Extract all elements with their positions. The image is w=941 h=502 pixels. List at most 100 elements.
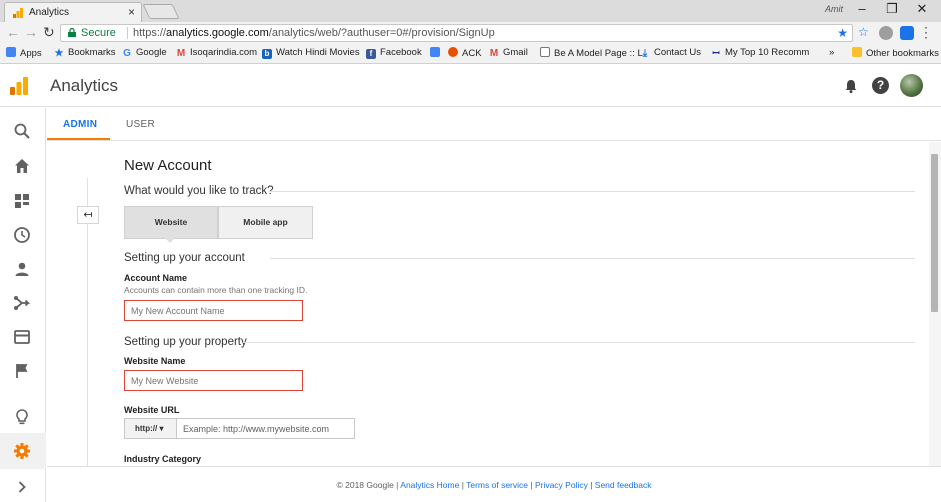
bookmark-facebook[interactable]: f Facebook xyxy=(366,47,422,59)
back-arrow-icon[interactable]: ← xyxy=(6,24,20,40)
account-name-input[interactable] xyxy=(124,300,303,321)
profile-name[interactable]: Amit xyxy=(825,4,843,14)
bookmark-ack[interactable]: ACK xyxy=(448,47,482,59)
reload-icon[interactable]: ↻ xyxy=(43,24,55,41)
audience-person-icon[interactable] xyxy=(13,260,31,278)
browser-tab[interactable]: Analytics × xyxy=(4,2,142,22)
extension-star-icon[interactable]: ☆ xyxy=(858,25,872,39)
minimize-icon[interactable]: – xyxy=(847,1,877,16)
bookmark-gmail[interactable]: M Gmail xyxy=(489,47,528,59)
gmail-icon: M xyxy=(489,48,499,59)
tab-close-icon[interactable]: × xyxy=(128,5,135,19)
help-icon[interactable]: ? xyxy=(872,77,889,94)
gmail-icon: M xyxy=(176,48,186,59)
avatar[interactable] xyxy=(900,74,923,97)
terms-link[interactable]: Terms of service xyxy=(466,480,528,490)
restore-icon[interactable]: ❐ xyxy=(877,1,907,17)
bookmark-google[interactable]: G Google xyxy=(122,47,167,59)
analytics-logo-icon xyxy=(10,77,28,95)
new-account-form: ↤ New Account What would you like to tra… xyxy=(47,142,941,466)
star-icon: ★ xyxy=(54,48,64,59)
bookmark-other[interactable]: Other bookmarks xyxy=(852,47,939,59)
section-divider xyxy=(269,191,915,192)
browser-toolbar: ← → ↻ Secure https://analytics.google.co… xyxy=(0,22,941,44)
discover-lightbulb-icon[interactable] xyxy=(13,408,31,426)
privacy-link[interactable]: Privacy Policy xyxy=(535,480,588,490)
facebook-icon: f xyxy=(366,49,376,59)
tab-admin[interactable]: ADMIN xyxy=(63,119,97,130)
search-icon[interactable] xyxy=(13,122,31,140)
omnibox-divider xyxy=(127,27,128,39)
left-nav-rail xyxy=(0,108,46,502)
bookmark-isoqar[interactable]: M Isoqarindia.com xyxy=(176,47,257,59)
acquisition-icon[interactable] xyxy=(13,294,31,312)
website-url-label: Website URL xyxy=(124,405,180,415)
website-name-label: Website Name xyxy=(124,356,186,366)
bookmark-model[interactable]: Be A Model Page :: L xyxy=(540,47,643,59)
property-section-title: Setting up your property xyxy=(124,336,247,348)
page-footer: © 2018 Google | Analytics Home | Terms o… xyxy=(47,466,941,502)
extension-download-icon[interactable] xyxy=(900,26,914,40)
google-icon: G xyxy=(123,48,131,59)
back-arrow-icon: ↤ xyxy=(83,209,93,221)
analytics-home-link[interactable]: Analytics Home xyxy=(400,480,459,490)
account-section-title: Setting up your account xyxy=(124,252,245,264)
bookmark-apps[interactable]: Apps xyxy=(6,47,42,59)
close-window-icon[interactable]: ✕ xyxy=(907,1,937,17)
track-option-mobile-app[interactable]: Mobile app xyxy=(218,206,313,239)
page-title: New Account xyxy=(124,157,212,174)
account-name-hint: Accounts can contain more than one track… xyxy=(124,285,308,295)
folder-icon xyxy=(852,47,862,57)
track-question: What would you like to track? xyxy=(124,185,274,197)
page-icon xyxy=(540,47,550,57)
bookmark-unnamed-1[interactable] xyxy=(430,47,444,59)
realtime-clock-icon[interactable] xyxy=(13,226,31,244)
apps-grid-icon xyxy=(6,47,16,57)
feedback-link[interactable]: Send feedback xyxy=(595,480,652,490)
dropdown-arrow-icon: ▾ xyxy=(159,424,164,433)
analytics-favicon-icon xyxy=(13,8,23,18)
bookmark-bookmarks[interactable]: ★ Bookmarks xyxy=(54,47,116,59)
new-tab-button[interactable] xyxy=(142,4,180,19)
chrome-menu-icon[interactable]: ⋮ xyxy=(919,24,933,41)
admin-tab-bar: ADMIN USER xyxy=(47,108,941,141)
copyright-text: © 2018 Google xyxy=(336,480,394,490)
back-button[interactable]: ↤ xyxy=(77,206,99,224)
section-divider xyxy=(270,258,915,259)
track-option-website[interactable]: Website xyxy=(124,206,218,239)
ack-icon xyxy=(448,47,458,57)
website-name-input[interactable] xyxy=(124,370,303,391)
bell-icon[interactable] xyxy=(843,78,859,94)
home-icon[interactable] xyxy=(13,157,31,175)
translate-icon xyxy=(430,47,440,57)
bookmarks-overflow[interactable]: » xyxy=(829,47,834,58)
active-tab-underline xyxy=(47,138,110,140)
bookmark-top10[interactable]: ꟷ My Top 10 Recomm xyxy=(711,47,809,58)
industry-category-label: Industry Category xyxy=(124,454,202,464)
tab-user[interactable]: USER xyxy=(126,119,155,130)
tab-title: Analytics xyxy=(29,7,70,18)
customization-icon[interactable] xyxy=(13,192,31,210)
selected-caret xyxy=(165,238,175,243)
bookmark-contact[interactable]: ⤓ Contact Us xyxy=(640,47,701,59)
app-header: Analytics ? xyxy=(0,65,941,107)
expand-chevron-right-icon[interactable] xyxy=(13,478,31,496)
admin-gear-icon[interactable] xyxy=(13,442,31,460)
website-url-input[interactable] xyxy=(177,418,355,439)
address-bar[interactable]: Secure https://analytics.google.com/anal… xyxy=(60,24,853,42)
browser-tab-strip: Analytics × Amit – ❐ ✕ xyxy=(0,0,941,22)
conversions-flag-icon[interactable] xyxy=(13,362,31,380)
secure-label: Secure xyxy=(81,27,116,39)
app-title: Analytics xyxy=(50,76,119,95)
bookmarks-bar: Apps ★ Bookmarks G Google M Isoqarindia.com… xyxy=(0,44,941,64)
download-icon: ⤓ xyxy=(642,48,648,59)
b-icon: b xyxy=(262,49,272,59)
extension-shield-icon[interactable] xyxy=(879,26,893,40)
forward-arrow-icon[interactable]: → xyxy=(24,24,38,40)
scrollbar-thumb[interactable] xyxy=(931,154,938,312)
bookmark-star-icon[interactable]: ★ xyxy=(837,26,848,40)
bookmark-hindi[interactable]: b Watch Hindi Movies xyxy=(262,47,360,59)
url-text: https://analytics.google.com/analytics/w… xyxy=(133,27,495,39)
behavior-icon[interactable] xyxy=(13,328,31,346)
protocol-select[interactable]: http:// ▾ xyxy=(124,418,177,439)
